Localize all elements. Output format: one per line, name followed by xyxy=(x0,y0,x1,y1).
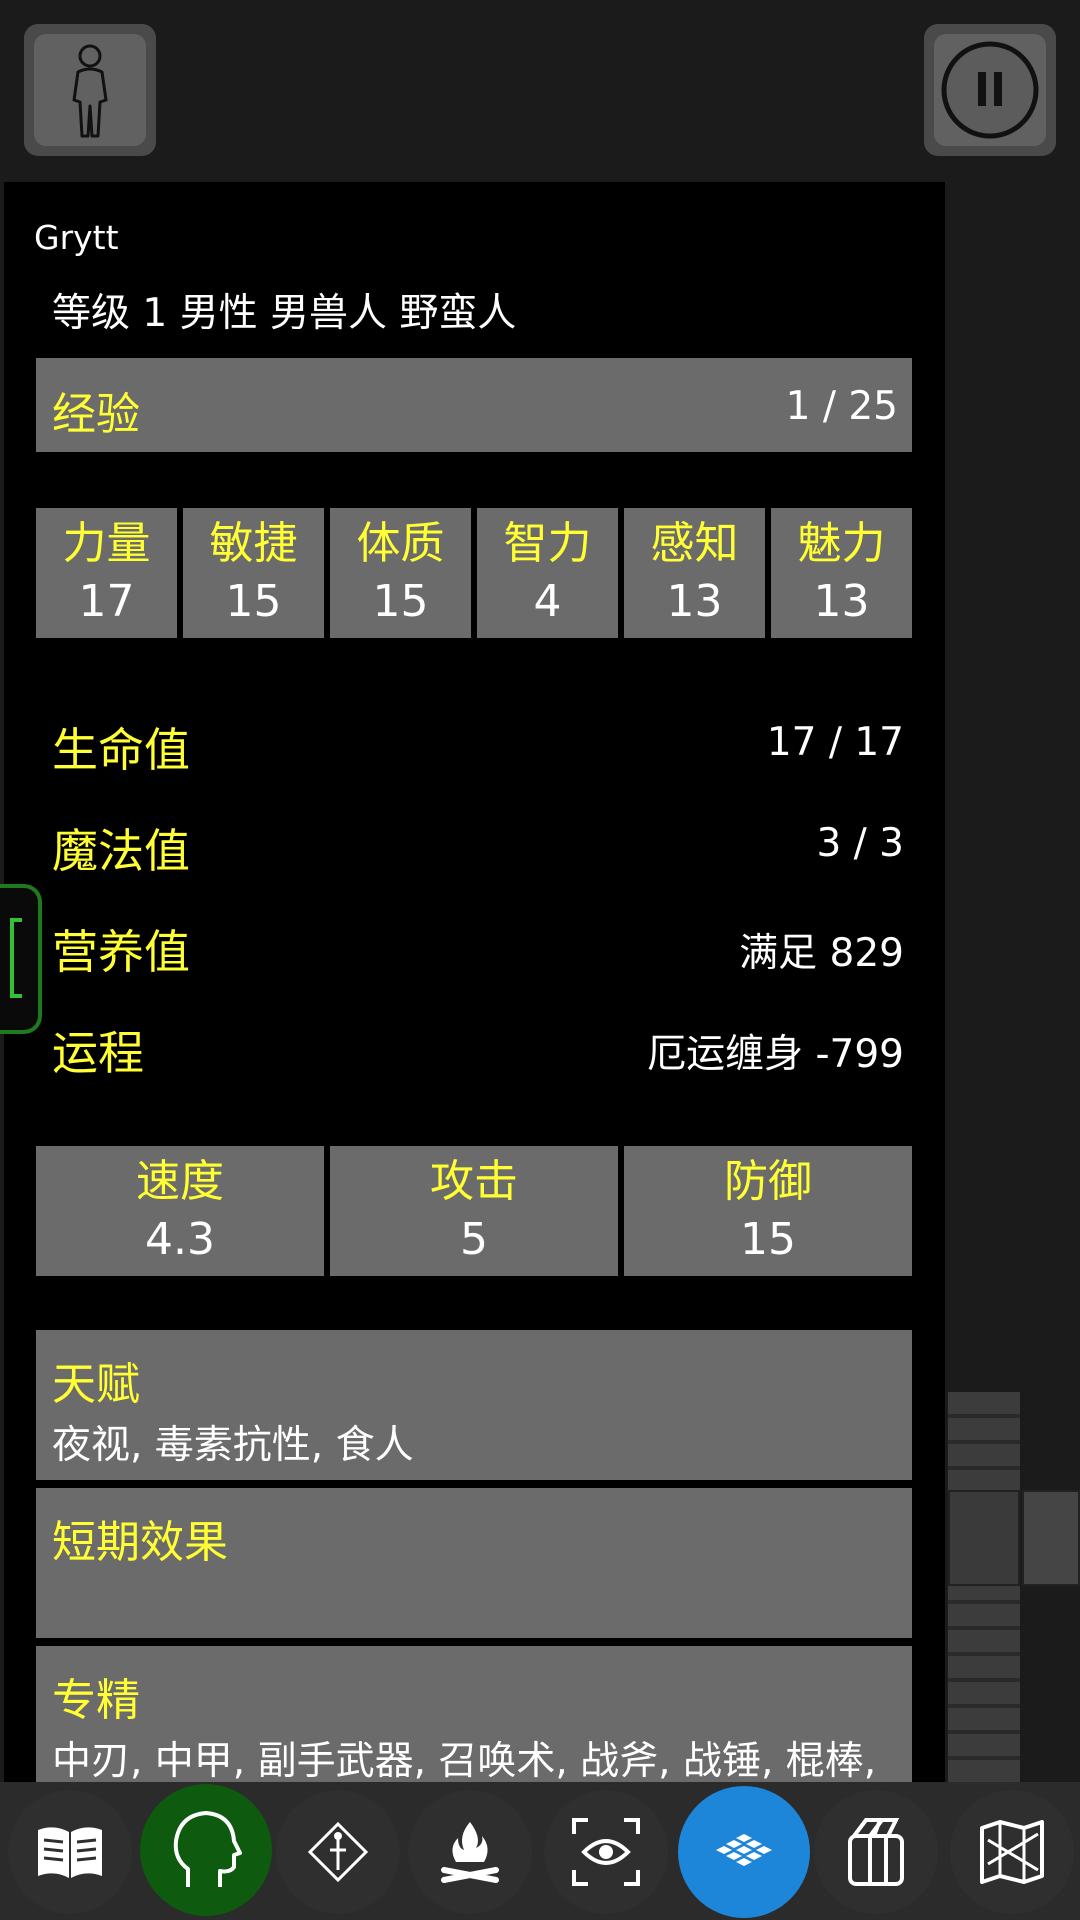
map-grid-button[interactable] xyxy=(678,1786,810,1918)
attribute-charisma[interactable]: 魅力 13 xyxy=(771,508,912,638)
inventory-button[interactable] xyxy=(814,1790,938,1914)
attribute-name: 感知 xyxy=(650,518,739,569)
vital-name: 魔法值 xyxy=(52,824,190,878)
attribute-constitution[interactable]: 体质 15 xyxy=(330,508,471,638)
attribute-name: 敏捷 xyxy=(209,518,298,569)
dungeon-floor-tile xyxy=(1022,1490,1080,1586)
combat-value: 5 xyxy=(460,1214,488,1265)
journal-icon xyxy=(38,1827,102,1878)
pause-icon xyxy=(941,41,1039,139)
vital-name: 生命值 xyxy=(52,723,190,777)
rest-button[interactable] xyxy=(408,1790,532,1914)
experience-label: 经验 xyxy=(52,389,140,440)
journal-button[interactable] xyxy=(8,1790,132,1914)
dungeon-floor-tile xyxy=(948,1490,1020,1586)
bracket-icon xyxy=(10,918,22,998)
attribute-name: 力量 xyxy=(62,518,151,569)
experience-value: 1 / 25 xyxy=(785,384,898,429)
proficiencies-box[interactable]: 专精 中刃, 中甲, 副手武器, 召唤术, 战斧, 战锤, 棍棒, xyxy=(36,1646,912,1782)
talents-box[interactable]: 天赋 夜视, 毒素抗性, 食人 xyxy=(36,1330,912,1480)
vital-value: 满足 829 xyxy=(739,931,904,976)
vital-health[interactable]: 生命值 17 / 17 xyxy=(52,714,904,777)
attribute-name: 体质 xyxy=(356,518,445,569)
combat-defense[interactable]: 防御 15 xyxy=(624,1146,912,1276)
combat-name: 防御 xyxy=(724,1156,812,1207)
character-button[interactable] xyxy=(24,24,156,156)
attribute-value: 15 xyxy=(372,576,429,627)
vital-name: 营养值 xyxy=(52,925,190,979)
attribute-name: 智力 xyxy=(503,518,592,569)
look-button[interactable] xyxy=(544,1790,668,1914)
pause-button[interactable] xyxy=(924,24,1056,156)
character-description: 等级 1 男性 男兽人 野蛮人 xyxy=(52,291,517,336)
dungeon-map-button[interactable] xyxy=(950,1790,1074,1914)
character-sheet-button[interactable] xyxy=(140,1784,272,1916)
side-drawer-tab[interactable] xyxy=(0,884,42,1034)
map-grid-icon xyxy=(716,1834,772,1866)
dungeon-wall-tile xyxy=(948,1392,1020,1492)
vital-luck[interactable]: 运程 厄运缠身 -799 xyxy=(52,1017,904,1080)
combat-speed[interactable]: 速度 4.3 xyxy=(36,1146,324,1276)
proficiencies-title: 专精 xyxy=(52,1675,140,1726)
attribute-wisdom[interactable]: 感知 13 xyxy=(624,508,765,638)
combat-attack[interactable]: 攻击 5 xyxy=(330,1146,618,1276)
inventory-bag-icon xyxy=(848,1818,904,1886)
attribute-value: 13 xyxy=(813,576,870,627)
character-head-icon xyxy=(173,1811,242,1887)
experience-bar: 经验 1 / 25 xyxy=(36,358,912,452)
vital-name: 运程 xyxy=(52,1026,144,1080)
attribute-dexterity[interactable]: 敏捷 15 xyxy=(183,508,324,638)
attribute-name: 魅力 xyxy=(797,518,886,569)
attribute-strength[interactable]: 力量 17 xyxy=(36,508,177,638)
vital-mana[interactable]: 魔法值 3 / 3 xyxy=(52,815,904,878)
proficiencies-text: 中刃, 中甲, 副手武器, 召唤术, 战斧, 战锤, 棍棒, xyxy=(52,1739,877,1782)
vital-value: 3 / 3 xyxy=(816,821,904,866)
short-effects-title: 短期效果 xyxy=(52,1517,228,1568)
combat-value: 4.3 xyxy=(145,1214,215,1265)
vital-nutrition[interactable]: 营养值 满足 829 xyxy=(52,916,904,979)
skill-diamond-icon xyxy=(307,1821,369,1883)
combat-name: 攻击 xyxy=(430,1156,518,1207)
attribute-value: 4 xyxy=(533,576,562,627)
combat-name: 速度 xyxy=(136,1156,224,1207)
attribute-intelligence[interactable]: 智力 4 xyxy=(477,508,618,638)
short-effects-box[interactable]: 短期效果 xyxy=(36,1488,912,1638)
talents-title: 天赋 xyxy=(52,1359,140,1410)
skills-button[interactable] xyxy=(276,1790,400,1914)
dungeon-map-icon xyxy=(980,1820,1044,1884)
combat-value: 15 xyxy=(740,1214,796,1265)
vital-value: 17 / 17 xyxy=(766,720,904,765)
character-sheet-panel[interactable]: Grytt 等级 1 男性 男兽人 野蛮人 经验 1 / 25 力量 17 敏捷… xyxy=(4,182,945,1782)
talents-text: 夜视, 毒素抗性, 食人 xyxy=(52,1423,414,1468)
attribute-value: 15 xyxy=(225,576,282,627)
character-name: Grytt xyxy=(34,218,119,257)
look-eye-icon xyxy=(572,1818,640,1886)
attribute-value: 13 xyxy=(666,576,723,627)
vital-value: 厄运缠身 -799 xyxy=(647,1032,904,1077)
bottom-action-bar xyxy=(0,1782,1080,1920)
campfire-icon xyxy=(441,1822,499,1883)
attribute-value: 17 xyxy=(78,576,135,627)
person-icon xyxy=(72,44,108,138)
